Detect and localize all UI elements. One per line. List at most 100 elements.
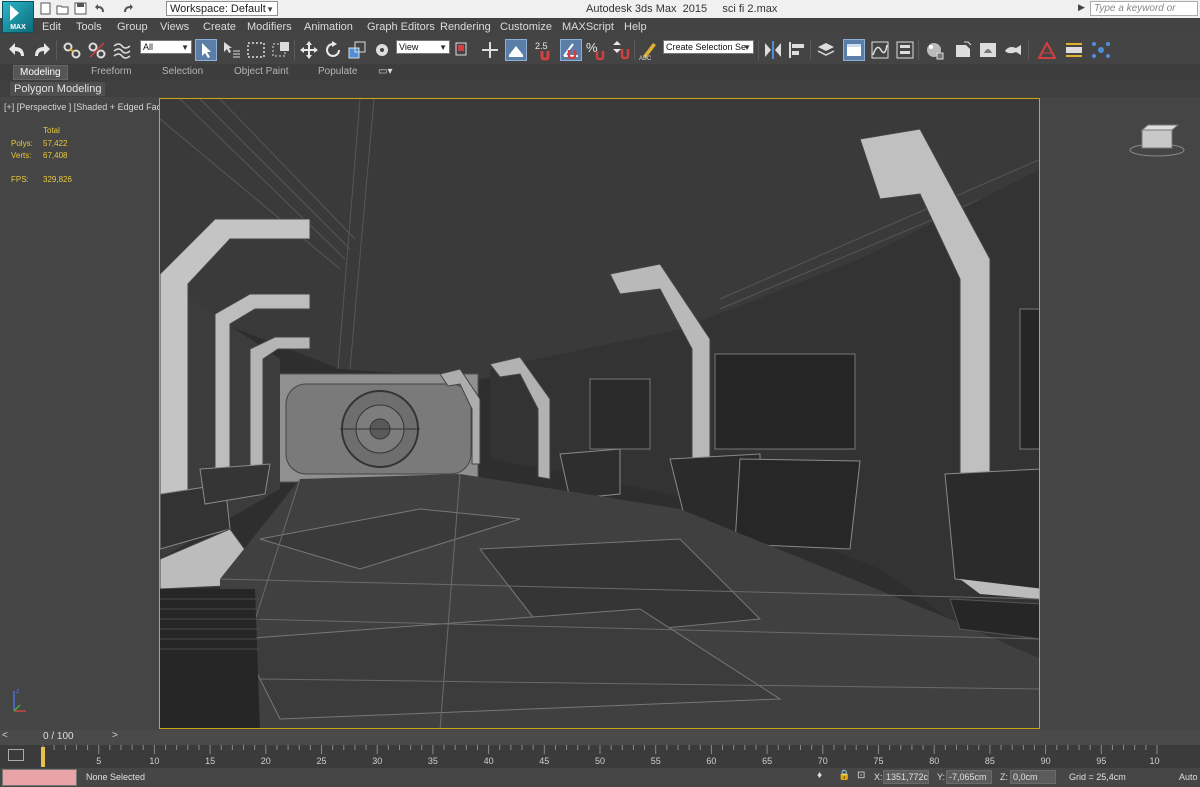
render-icon[interactable] [1002,39,1024,61]
next-frame-button[interactable]: > [112,730,118,741]
select-manipulate-icon[interactable] [479,39,501,61]
rendered-frame-window-icon[interactable] [977,39,999,61]
menu-rendering[interactable]: Rendering [440,21,491,33]
schematic-view-icon[interactable] [894,39,916,61]
menu-maxscript[interactable]: MAXScript [562,21,614,33]
y-coordinate-field[interactable]: -7,065cm [946,770,992,784]
spinner-snap-icon[interactable] [610,39,632,61]
z-label: Z: [1000,772,1008,782]
application-button[interactable]: MAX [2,1,34,33]
time-slider[interactable]: < 0 / 100 > [0,730,1200,745]
menu-animation[interactable]: Animation [304,21,353,33]
timeline-tick-label: 75 [873,756,883,766]
save-icon[interactable] [74,2,87,15]
viewport-label-menu[interactable]: [+] [Perspective ] [Shaded + Edged Faces… [4,102,176,112]
unlink-icon[interactable] [86,39,108,61]
percent-snap-icon[interactable]: % [585,39,607,61]
graphite-tools-icon[interactable] [1036,39,1058,61]
lock-selection-icon[interactable]: 🔒 [838,770,850,781]
move-icon[interactable] [298,39,320,61]
x-coordinate-field[interactable]: 1351,772c [883,770,929,784]
window-crossing-icon[interactable] [270,39,292,61]
auto-key-button[interactable]: Auto [1179,772,1198,782]
workspace-dropdown[interactable]: Workspace: Default ▼ [166,1,278,16]
z-coordinate-value: 0,0cm [1013,772,1038,782]
viewcube-icon[interactable] [1128,122,1186,158]
timeline-tick-label: 20 [261,756,271,766]
track-bar[interactable]: 5 10 15 20 25 30 35 40 45 50 55 60 65 70 75 80 85 90 95 100 [0,745,1200,768]
menu-group[interactable]: Group [117,21,148,33]
tab-populate[interactable]: Populate [318,66,357,77]
render-setup-icon[interactable] [952,39,974,61]
rectangle-selection-icon[interactable] [245,39,267,61]
select-by-name-icon[interactable] [220,39,242,61]
tab-selection[interactable]: Selection [162,66,203,77]
rotate-icon[interactable] [322,39,344,61]
mini-curve-editor-icon[interactable] [8,749,24,761]
toolbar-separator [634,40,635,60]
maxscript-listener[interactable] [2,769,77,786]
menu-graph-editors[interactable]: Graph Editors [367,21,435,33]
polygon-modeling-panel[interactable]: Polygon Modeling [10,82,106,96]
angle-snap-icon[interactable] [560,39,582,61]
bind-spacewarp-icon[interactable] [111,39,133,61]
curve-editor-icon[interactable] [869,39,891,61]
tab-object-paint[interactable]: Object Paint [234,66,288,77]
fps-value: 329,826 [43,175,72,184]
timeline-tick-label: 100 [1149,756,1160,766]
menu-help[interactable]: Help [624,21,647,33]
tab-freeform[interactable]: Freeform [91,66,132,77]
scale-icon[interactable] [346,39,368,61]
redo-icon[interactable] [30,39,52,61]
timeline-tick-label: 70 [818,756,828,766]
undo-icon[interactable] [94,2,107,15]
keyword-search-input[interactable]: Type a keyword or phrase [1090,1,1198,28]
reference-coordinate-dropdown[interactable]: View ▼ [396,40,450,54]
timeline-tick-label: 65 [762,756,772,766]
keyboard-shortcut-override-icon[interactable] [505,39,527,61]
menu-views[interactable]: Views [160,21,189,33]
pivot-icon[interactable] [371,39,393,61]
layer-explorer-icon[interactable] [815,39,837,61]
tab-modeling[interactable]: Modeling [13,65,68,80]
redo-icon[interactable] [121,2,134,15]
undo-icon[interactable] [7,39,29,61]
toolbar-separator [1028,40,1029,60]
z-coordinate-field[interactable]: 0,0cm [1010,770,1056,784]
ribbon-options-icon[interactable]: ▭▾ [378,66,392,77]
menu-create[interactable]: Create [203,21,236,33]
time-slider-readout: 0 / 100 [43,731,74,742]
timeline-tick-label: 90 [1041,756,1051,766]
absolute-mode-icon[interactable]: ⊡ [857,770,865,781]
link-icon[interactable] [61,39,83,61]
scene-explorer-icon[interactable] [843,39,865,61]
axis-tripod-icon: z [8,685,28,715]
reference-coordinate-value: View [399,42,419,52]
pivot-center-icon[interactable] [452,39,474,61]
material-editor-icon[interactable] [923,39,945,61]
ribbon-panel: Polygon Modeling [0,81,1200,97]
previous-frame-button[interactable]: < [2,730,8,741]
current-frame-marker[interactable] [41,747,45,767]
open-file-icon[interactable] [56,2,69,15]
snap-toggle-icon[interactable]: 2.5 [534,39,556,61]
state-sets-icon[interactable] [1090,39,1112,61]
selection-filter-value: All [143,42,154,52]
mirror-icon[interactable] [762,39,784,61]
named-selection-dropdown[interactable]: Create Selection Se ▼ [663,40,754,54]
select-object-icon[interactable] [195,39,217,61]
timeline-tick-label: 45 [539,756,549,766]
edit-named-selection-icon[interactable]: ABC [638,39,660,61]
align-icon[interactable] [786,39,808,61]
menu-edit[interactable]: Edit [42,21,61,33]
selection-filter-dropdown[interactable]: All ▼ [140,40,192,54]
perspective-viewport[interactable] [159,98,1040,729]
new-file-icon[interactable] [39,2,52,15]
main-toolbar: All ▼ View ▼ 2.5 % ABC Create Selection … [0,36,1200,65]
menu-modifiers[interactable]: Modifiers [247,21,292,33]
ribbon-toggle-icon[interactable] [1063,39,1085,61]
menu-tools[interactable]: Tools [76,21,102,33]
isolate-icon[interactable]: ♦ [817,770,822,781]
search-expand-icon[interactable]: ▶ [1078,2,1085,13]
menu-customize[interactable]: Customize [500,21,552,33]
